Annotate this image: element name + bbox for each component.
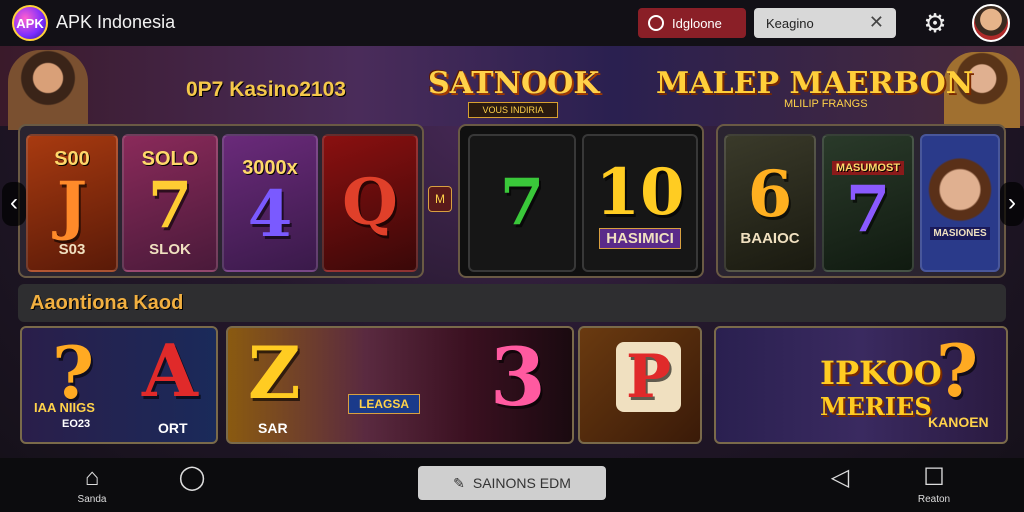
app-logo[interactable]: APK [12, 5, 48, 41]
card-sublabel: EO23 [62, 418, 91, 430]
card-symbol: P [616, 342, 682, 412]
slot-tile[interactable]: MASUMOST 7 [822, 134, 914, 272]
tile-symbol: 6 [747, 156, 793, 232]
home-icon: ⌂ [84, 464, 100, 491]
nav-home[interactable]: ⌂ Sanda [62, 464, 122, 510]
reel-panel-3: 6 BAAIOC MASUMOST 7 MASIONES [716, 124, 1006, 278]
chevron-right-icon[interactable]: › [1000, 182, 1024, 226]
tile-bottom-label: BAAIOC [740, 229, 800, 247]
nav-recents[interactable]: ☐ Reaton [904, 464, 964, 510]
top-bar: APK APK Indonesia Idgloone Keagino ✕ ⚙ [0, 0, 1024, 46]
chevron-left-icon[interactable]: ‹ [2, 182, 26, 226]
back-icon: ◁ [830, 464, 850, 491]
game-card[interactable]: ? IAA NIIGS EO23 A ORT [20, 326, 218, 444]
nav-home-label: Sanda [77, 494, 107, 505]
card-subtitle: MERIES [820, 392, 932, 421]
reel-divider-badge: M [428, 186, 452, 212]
gear-icon[interactable]: ⚙ [920, 8, 950, 38]
square-icon: ☐ [923, 464, 945, 491]
tile-bottom-label: MASIONES [930, 226, 990, 240]
card-title: IPKOO [820, 354, 942, 392]
banner-center-logo-sub: VOUS INDIRIA [468, 102, 558, 118]
tile-symbol: 10 [595, 154, 685, 230]
card-label: IAA NIIGS [34, 400, 95, 415]
slot-tile[interactable]: SOLO 7 SLOK [122, 134, 218, 272]
app-screen: APK APK Indonesia Idgloone Keagino ✕ ⚙ 0… [0, 0, 1024, 512]
chat-bubble-icon: ◯ [178, 464, 206, 491]
app-title: APK Indonesia [56, 12, 176, 32]
card-banner: LEAGSA [348, 394, 421, 414]
close-icon[interactable]: ✕ [869, 12, 884, 33]
reel-panel-1: S00 J S03 SOLO 7 SLOK 3000x 4 Q [18, 124, 424, 278]
center-nav-button[interactable]: ✎ SAINONS EDM [418, 466, 606, 500]
card-label: ORT [158, 420, 188, 436]
slot-tile[interactable]: 3000x 4 [222, 134, 318, 272]
tile-bottom-label: SLOK [149, 241, 191, 258]
chip-label: Idgloone [672, 15, 722, 31]
card-label: SAR [258, 420, 288, 436]
slot-tile[interactable]: 6 BAAIOC [724, 134, 816, 272]
reel-panel-2: 7 10 HASIMICI [458, 124, 704, 278]
tile-symbol: Q [342, 165, 398, 240]
banner-right-sub: MLILIP FRANGS [784, 98, 868, 110]
center-nav-label: SAINONS EDM [472, 475, 571, 491]
nav-chat[interactable]: ◯ [162, 464, 222, 510]
game-card[interactable]: Z SAR LEAGSA 3 [226, 326, 574, 444]
search-value: Keagino [766, 15, 814, 31]
slot-tile[interactable]: Q [322, 134, 418, 272]
tile-symbol: 7 [499, 165, 545, 240]
slot-tile[interactable]: 7 [468, 134, 576, 272]
tile-bottom-label: HASIMICI [599, 227, 681, 249]
slot-tile[interactable]: S00 J S03 [26, 134, 118, 272]
section-title: Aaontiona Kaod [30, 292, 184, 314]
tile-symbol: 7 [845, 172, 891, 247]
banner-subtitle: 0P7 Kasino2103 [186, 78, 346, 101]
avatar[interactable] [972, 4, 1010, 42]
slot-tile-character[interactable]: MASIONES [920, 134, 1000, 272]
card-label: KANOEN [928, 414, 989, 430]
card-symbol: A [142, 328, 198, 413]
chat-icon [648, 15, 664, 31]
tile-symbol: J [56, 168, 88, 243]
chip-button[interactable]: Idgloone [638, 8, 746, 38]
game-card[interactable]: P [578, 326, 702, 444]
card-symbol: 3 [490, 330, 546, 424]
banner-right-title: MALEP MAERBON [656, 66, 974, 101]
tile-symbol: 4 [247, 176, 293, 252]
banner-center-logo: SATNOOK [428, 66, 600, 101]
edit-icon: ✎ [453, 474, 465, 491]
card-symbol: ? [936, 328, 979, 413]
game-card[interactable]: IPKOO MERIES ? KANOEN [714, 326, 1008, 444]
slot-tile[interactable]: 10 HASIMICI [582, 134, 698, 272]
nav-back[interactable]: ◁ [810, 464, 870, 510]
search-input[interactable]: Keagino ✕ [754, 8, 896, 38]
card-symbol: Z [248, 330, 301, 415]
tile-symbol: 7 [147, 168, 193, 243]
nav-recents-label: Reaton [917, 494, 951, 505]
tile-bottom-label: S03 [58, 241, 86, 258]
character-left-image [8, 50, 88, 130]
